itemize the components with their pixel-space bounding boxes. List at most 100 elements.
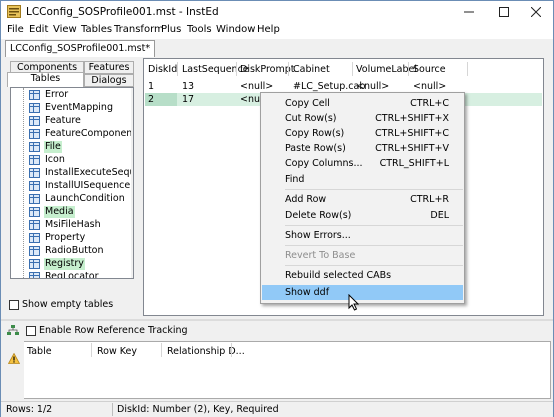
column-header-table[interactable]: Table	[27, 346, 52, 357]
column-header-cabinet[interactable]: Cabinet	[293, 64, 330, 75]
table-name: Icon	[45, 154, 65, 165]
column-divider[interactable]	[408, 62, 409, 76]
menu-plus[interactable]: Plus	[161, 24, 181, 35]
list-item[interactable]: LaunchCondition	[11, 193, 133, 205]
maximize-button[interactable]	[487, 1, 521, 23]
column-divider[interactable]	[236, 62, 237, 76]
table-cell[interactable]: 2	[148, 94, 154, 105]
enable-row-tracking-checkbox[interactable]: Enable Row Reference Tracking	[26, 325, 188, 336]
show-empty-tables-checkbox[interactable]: Show empty tables	[9, 299, 113, 310]
close-button[interactable]	[519, 1, 553, 23]
column-header-diskprompt[interactable]: DiskPrompt	[240, 64, 295, 75]
checkbox-box[interactable]	[9, 299, 19, 310]
table-cell[interactable]: <null>	[413, 81, 446, 92]
menu-item-add-row[interactable]: Add Row CTRL+R	[262, 192, 463, 207]
table-name: InstallUISequence	[45, 180, 131, 191]
column-divider[interactable]	[467, 62, 468, 76]
menu-item-delete-rows[interactable]: Delete Row(s) DEL	[262, 208, 463, 223]
menu-transform[interactable]: Transform	[114, 24, 164, 35]
list-item[interactable]: Property	[11, 232, 133, 244]
table-cell[interactable]: 1	[148, 81, 154, 92]
list-item[interactable]: RegLocator	[11, 271, 133, 278]
context-menu: Copy Cell CTRL+C Cut Row(s) CTRL+SHIFT+X C…	[260, 92, 465, 304]
table-cell[interactable]: <null>	[240, 81, 273, 92]
table-list[interactable]: Error EventMapping Feature FeatureCompon…	[10, 87, 134, 279]
column-divider[interactable]	[288, 62, 289, 76]
column-header-lastsequence[interactable]: LastSequence	[182, 64, 249, 75]
menu-item-label: Cut Row(s)	[285, 113, 337, 124]
menu-item-find[interactable]: Find	[262, 172, 463, 187]
menu-item-copy-columns[interactable]: Copy Columns... CTRL_SHIFT+L	[262, 156, 463, 171]
column-header-source[interactable]: Source	[413, 64, 446, 75]
column-divider[interactable]	[177, 62, 178, 76]
enable-row-tracking-label: Enable Row Reference Tracking	[39, 325, 188, 336]
menu-item-label: Copy Columns...	[285, 158, 363, 169]
list-item[interactable]: Registry	[11, 258, 133, 270]
menu-separator	[285, 265, 463, 266]
list-item[interactable]: InstallExecuteSequen	[11, 167, 133, 179]
menu-tables[interactable]: Tables	[81, 24, 112, 35]
table-name: InstallExecuteSequen	[45, 167, 133, 178]
column-header-diskid[interactable]: DiskId	[148, 64, 177, 75]
menu-file[interactable]: File	[7, 24, 24, 35]
tab-tables[interactable]: Tables	[7, 72, 84, 87]
menu-edit[interactable]: Edit	[29, 24, 48, 35]
menu-item-label: Copy Row(s)	[285, 128, 345, 139]
list-item[interactable]: File	[11, 141, 133, 153]
document-tab[interactable]: LCConfig_SOSProfile001.mst*	[5, 40, 156, 57]
menu-item-copy-cell[interactable]: Copy Cell CTRL+C	[262, 96, 463, 111]
list-item[interactable]: InstallUISequence	[11, 180, 133, 192]
column-divider[interactable]	[161, 343, 162, 357]
app-icon	[7, 5, 21, 18]
menu-item-show-ddf[interactable]: Show ddf	[262, 285, 463, 300]
minimize-button[interactable]	[452, 1, 486, 23]
list-item[interactable]: Media	[11, 206, 133, 218]
menu-item-show-errors[interactable]: Show Errors...	[262, 228, 463, 243]
close-icon	[531, 7, 541, 17]
list-item[interactable]: Feature	[11, 115, 133, 127]
panel-splitter[interactable]	[1, 319, 553, 321]
tab-dialogs[interactable]: Dialogs	[84, 74, 134, 87]
column-header-relationship[interactable]: Relationship D...	[167, 346, 245, 357]
shortcut-label: CTRL_SHIFT+L	[379, 158, 449, 169]
column-divider[interactable]	[231, 343, 232, 357]
reference-grid[interactable]	[4, 341, 551, 399]
list-item[interactable]: MsiFileHash	[11, 219, 133, 231]
list-item[interactable]: Icon	[11, 154, 133, 166]
title-bar: LCConfig_SOSProfile001.mst - InstEd	[1, 1, 553, 23]
menu-item-copy-rows[interactable]: Copy Row(s) CTRL+SHIFT+C	[262, 126, 463, 141]
list-item[interactable]: RadioButton	[11, 245, 133, 257]
menu-view[interactable]: View	[53, 24, 77, 35]
menu-window[interactable]: Window	[216, 24, 255, 35]
list-item[interactable]: FeatureComponents	[11, 128, 133, 140]
show-empty-tables-label: Show empty tables	[22, 299, 114, 310]
checkbox-box[interactable]	[26, 325, 36, 336]
menu-tools[interactable]: Tools	[187, 24, 212, 35]
table-cell[interactable]: #LC_Setup.cab	[293, 81, 365, 92]
table-icon	[29, 90, 40, 100]
menu-item-paste-rows[interactable]: Paste Row(s) CTRL+SHIFT+V	[262, 141, 463, 156]
scroll-down-icon[interactable]	[133, 268, 134, 274]
tab-features[interactable]: Features	[84, 61, 134, 74]
menu-help[interactable]: Help	[257, 24, 280, 35]
table-cell[interactable]: <null>	[356, 81, 389, 92]
list-item[interactable]: EventMapping	[11, 102, 133, 114]
mouse-cursor-icon	[348, 294, 359, 311]
table-cell[interactable]: 13	[182, 81, 194, 92]
shortcut-label: CTRL+SHIFT+C	[375, 128, 449, 139]
table-icon	[29, 103, 40, 113]
scroll-up-icon[interactable]	[133, 90, 134, 96]
column-header-row-key[interactable]: Row Key	[97, 346, 137, 357]
column-divider[interactable]	[91, 343, 92, 357]
table-cell[interactable]: 17	[182, 94, 194, 105]
warning-icon	[8, 353, 20, 364]
menu-item-label: Delete Row(s)	[285, 210, 352, 221]
menu-item-label: Rebuild selected CABs	[285, 270, 392, 281]
scroll-thumb[interactable]	[133, 176, 134, 236]
list-item[interactable]: Error	[11, 89, 133, 101]
status-rows: Rows: 1/2	[6, 404, 53, 415]
menu-item-cut-rows[interactable]: Cut Row(s) CTRL+SHIFT+X	[262, 111, 463, 126]
hierarchy-icon[interactable]	[7, 325, 19, 336]
column-divider[interactable]	[352, 62, 353, 76]
menu-item-rebuild-cabs[interactable]: Rebuild selected CABs	[262, 268, 463, 283]
